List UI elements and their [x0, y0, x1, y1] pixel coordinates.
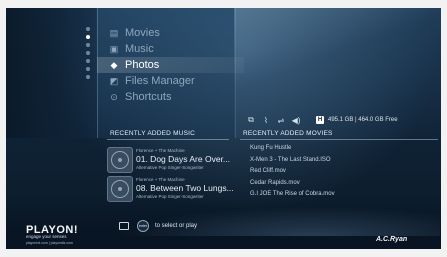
music-title: 08. Between Two Lungs... — [136, 183, 234, 193]
album-art-icon — [107, 147, 133, 173]
menu-item-music[interactable]: ▣ Music — [107, 41, 232, 57]
wireless-icon: ⌇ — [264, 115, 268, 125]
recent-music-header: RECENTLY ADDED MUSIC — [110, 130, 196, 137]
movie-item[interactable]: Cedar Rapids.mov — [250, 180, 440, 192]
folder-icon: ◩ — [109, 75, 119, 86]
frame-top — [0, 0, 447, 8]
remote-icon — [119, 222, 129, 230]
recent-music-item[interactable]: Florence + The Machine 01. Dog Days Are … — [107, 147, 232, 174]
menu-item-label: Files Manager — [125, 75, 195, 87]
music-title: 01. Dog Days Are Over... — [136, 154, 231, 164]
usb-icon: ⇌ — [277, 115, 285, 125]
divider — [107, 139, 229, 140]
music-artist: Florence + The Machine — [136, 177, 185, 182]
photo-icon: ◆ — [110, 59, 118, 70]
shortcut-icon: ⊙ — [110, 91, 118, 102]
music-icon: ▣ — [109, 43, 119, 54]
website-links: playonhd.com | playondiz.com — [26, 241, 74, 245]
music-artist: Florence + The Machine — [136, 148, 185, 153]
position-dot — [86, 67, 90, 71]
brand-logo: A.C.Ryan — [376, 236, 408, 243]
movie-item[interactable]: Red Cliff.mov — [250, 168, 440, 180]
position-dot-active — [86, 35, 90, 39]
divider — [240, 139, 438, 140]
hard-drive-icon: H — [316, 116, 324, 124]
film-icon: ▤ — [109, 27, 119, 38]
media-player-screen: ▤ Movies ▣ Music ◆ Photos ◩ Files Manage… — [0, 0, 447, 257]
frame-bottom — [0, 249, 447, 257]
hint-text: to select or play — [155, 223, 198, 229]
movie-item[interactable]: Kung Fu Hustle — [250, 145, 440, 157]
position-dot — [86, 51, 90, 55]
left-shade — [6, 8, 96, 138]
recent-movies-list: Kung Fu Hustle X-Men 3 - The Last Stand.… — [250, 145, 440, 203]
menu-item-label: Music — [125, 43, 154, 55]
music-genre: Alternative Pop Singer-Songwriter — [136, 165, 204, 170]
position-dot — [86, 59, 90, 63]
recent-music-item[interactable]: Florence + The Machine 08. Between Two L… — [107, 176, 234, 203]
menu-item-movies[interactable]: ▤ Movies — [107, 25, 232, 41]
menu-item-files-manager[interactable]: ◩ Files Manager — [107, 73, 232, 89]
network-share-icon: ⧉ — [248, 115, 254, 124]
position-dot — [86, 43, 90, 47]
frame-left — [0, 0, 6, 257]
movie-item[interactable]: X-Men 3 - The Last Stand.ISO — [250, 157, 440, 169]
menu-item-label: Movies — [125, 27, 160, 39]
album-art-icon — [107, 176, 133, 202]
tagline: engage your senses — [26, 234, 67, 239]
enter-button-icon: enter — [137, 220, 149, 232]
menu-item-label: Shortcuts — [125, 91, 172, 103]
storage-info: 495.1 GB | 464.0 GB Free — [328, 117, 398, 123]
control-hint: enter to select or play — [119, 220, 197, 232]
main-menu: ▤ Movies ▣ Music ◆ Photos ◩ Files Manage… — [97, 25, 244, 105]
menu-position-dots — [86, 27, 92, 83]
menu-item-label: Photos — [125, 59, 160, 71]
volume-icon: ◀) — [291, 115, 301, 125]
menu-item-shortcuts[interactable]: ⊙ Shortcuts — [107, 89, 232, 105]
position-dot — [86, 27, 90, 31]
status-bar: ⧉ ⌇ ⇌ ◀) H 495.1 GB | 464.0 GB Free — [246, 113, 438, 127]
menu-item-photos[interactable]: ◆ Photos — [97, 57, 244, 73]
recent-movies-header: RECENTLY ADDED MOVIES — [243, 130, 333, 137]
frame-right — [441, 0, 447, 257]
music-genre: Alternative Pop Singer-Songwriter — [136, 194, 204, 199]
position-dot — [86, 75, 90, 79]
